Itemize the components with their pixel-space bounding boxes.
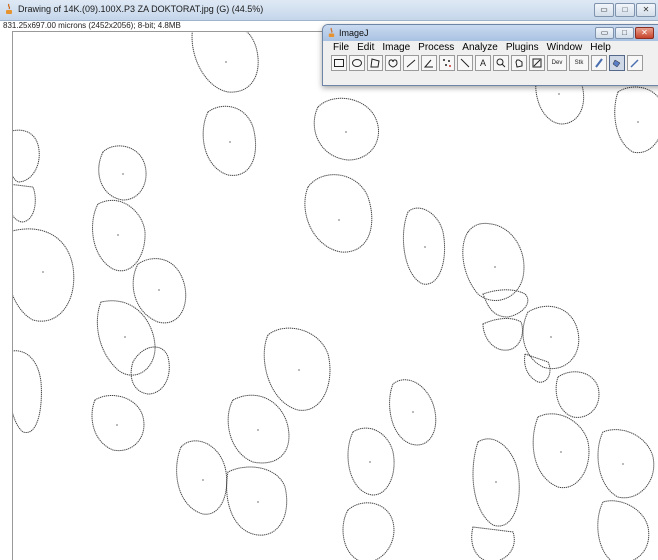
image-info: 831.25x697.00 microns (2452x2056); 8-bit… [3, 21, 181, 30]
image-window-title: Drawing of 14K.(09).100X.P3 ZA DOKTORAT.… [18, 4, 264, 14]
menu-file[interactable]: File [329, 42, 353, 53]
stacks-menu[interactable]: Stk [569, 55, 589, 71]
menu-plugins[interactable]: Plugins [502, 42, 543, 53]
menu-process[interactable]: Process [414, 42, 458, 53]
image-window-titlebar[interactable]: Drawing of 14K.(09).100X.P3 ZA DOKTORAT.… [0, 0, 658, 21]
java-icon [328, 27, 335, 38]
imagej-window: ImageJ ▭ □ ✕ File Edit Image Process Ana… [322, 24, 658, 86]
imagej-toolbar: A Dev Stk [331, 55, 643, 71]
java-icon [6, 3, 12, 14]
maximize-icon[interactable]: □ [615, 27, 634, 39]
text-tool[interactable]: A [475, 55, 491, 71]
menu-window[interactable]: Window [543, 42, 587, 53]
cell-outline-drawing [13, 32, 658, 560]
pencil-tool[interactable] [627, 55, 643, 71]
imagej-menubar: File Edit Image Process Analyze Plugins … [329, 42, 615, 53]
image-canvas[interactable] [12, 31, 658, 560]
polygon-tool[interactable] [367, 55, 383, 71]
minimize-icon[interactable]: ▭ [594, 3, 614, 17]
point-tool[interactable] [439, 55, 455, 71]
oval-tool[interactable] [349, 55, 365, 71]
line-tool[interactable] [403, 55, 419, 71]
maximize-icon[interactable]: □ [615, 3, 635, 17]
close-icon[interactable]: ✕ [635, 27, 654, 39]
magnifier-tool[interactable] [493, 55, 509, 71]
developer-menu[interactable]: Dev [547, 55, 567, 71]
dropper-tool[interactable] [529, 55, 545, 71]
menu-help[interactable]: Help [586, 42, 615, 53]
menu-edit[interactable]: Edit [353, 42, 378, 53]
hand-tool[interactable] [511, 55, 527, 71]
wand-tool[interactable] [457, 55, 473, 71]
menu-analyze[interactable]: Analyze [458, 42, 502, 53]
imagej-title: ImageJ [339, 28, 369, 38]
rectangle-tool[interactable] [331, 55, 347, 71]
menu-image[interactable]: Image [378, 42, 414, 53]
close-icon[interactable]: ✕ [636, 3, 656, 17]
minimize-icon[interactable]: ▭ [595, 27, 614, 39]
imagej-titlebar[interactable]: ImageJ ▭ □ ✕ [323, 25, 658, 41]
brush-tool[interactable] [591, 55, 607, 71]
freehand-tool[interactable] [385, 55, 401, 71]
flood-fill-tool[interactable] [609, 55, 625, 71]
angle-tool[interactable] [421, 55, 437, 71]
